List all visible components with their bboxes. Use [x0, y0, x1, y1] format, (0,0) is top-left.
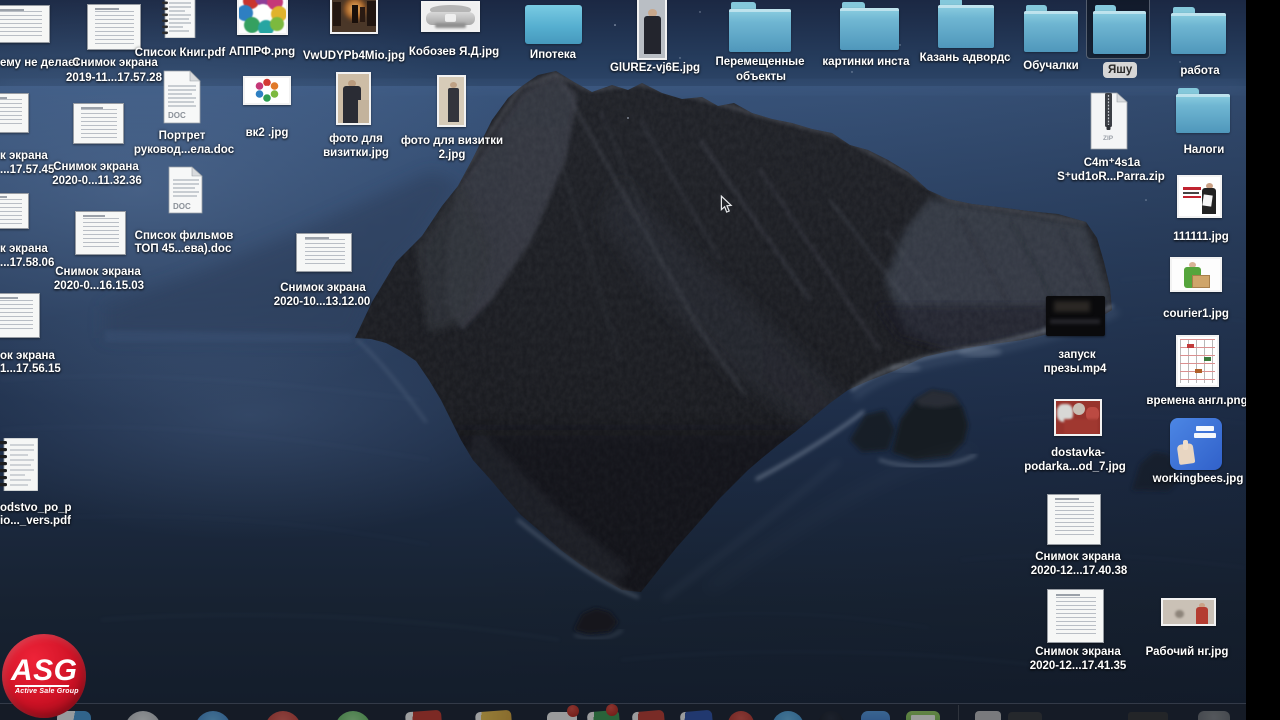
svg-text:DOC: DOC: [173, 202, 191, 211]
svg-text:ZIP: ZIP: [1103, 135, 1114, 142]
svg-text:DOC: DOC: [168, 111, 186, 120]
